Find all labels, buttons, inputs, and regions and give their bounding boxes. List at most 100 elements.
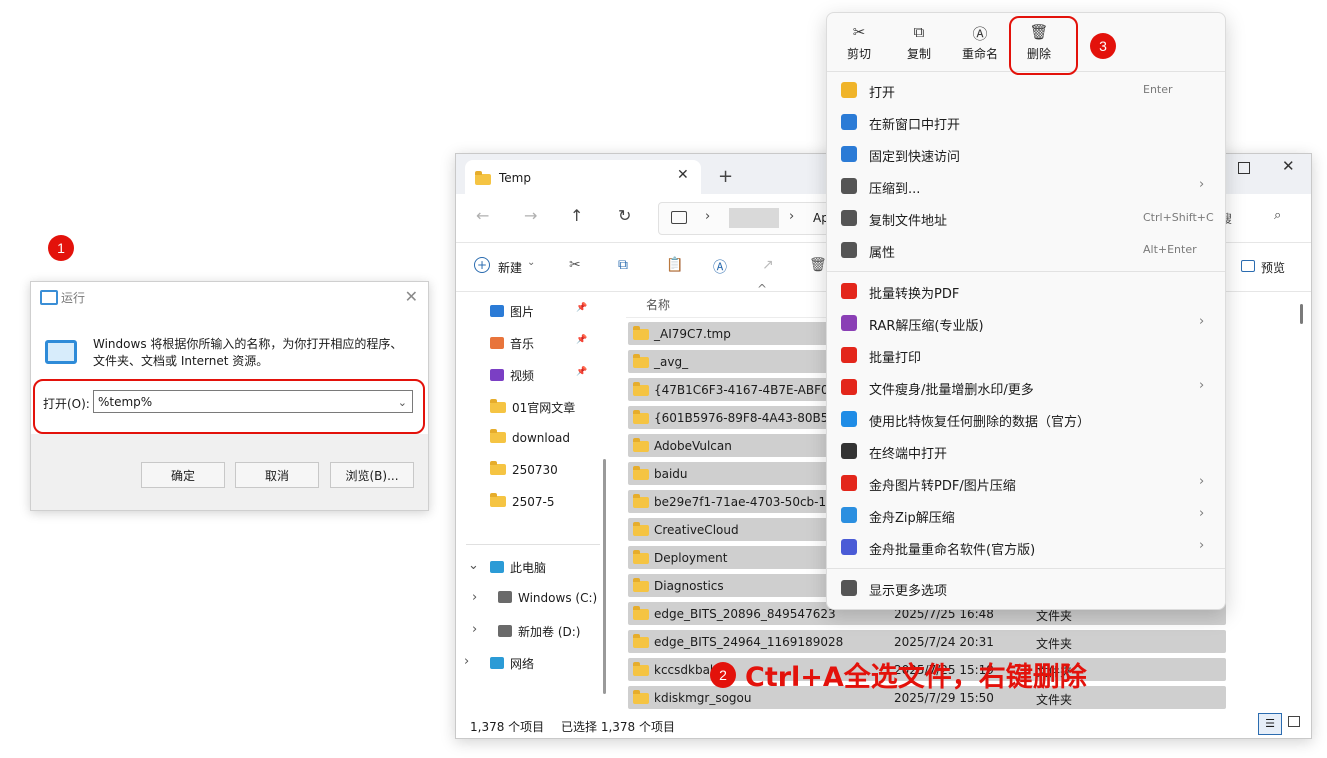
tiles-view-icon[interactable] — [1288, 716, 1300, 727]
copy-action-button[interactable]: ⧉ 复制 — [894, 23, 944, 62]
forward-icon[interactable]: → — [524, 206, 537, 225]
browse-button[interactable]: 浏览(B)... — [330, 462, 414, 488]
new-tab-icon[interactable]: + — [718, 166, 733, 187]
up-icon[interactable]: ↑ — [570, 206, 583, 225]
context-menu: ✂ 剪切 ⧉ 复制 Ⓐ 重命名 🗑 删除 打开 Enter 在新窗口中打开 固定到快速访问 压缩到..… — [826, 12, 1226, 610]
file-name: be29e7f1-71ae-4703-50cb-1d — [654, 495, 834, 509]
sidebar-item[interactable]: 2507-5 — [490, 493, 555, 509]
chevron-right-icon: › — [1199, 538, 1205, 553]
column-name-header[interactable]: 名称 — [646, 296, 670, 313]
context-menu-item[interactable]: 使用比特恢复任何删除的数据（官方） — [827, 404, 1225, 434]
paste-icon[interactable]: 📋 — [666, 257, 683, 273]
folder-icon — [633, 410, 649, 424]
context-menu-item[interactable]: 批量打印 — [827, 340, 1225, 370]
chevron-right-icon[interactable]: › — [472, 590, 477, 605]
close-icon[interactable]: ✕ — [405, 287, 418, 306]
plus-circle-icon: + — [474, 257, 490, 273]
copy-icon[interactable]: ⧉ — [618, 257, 628, 273]
sidebar-item[interactable]: 图片 📌 — [490, 303, 587, 320]
folder-icon — [490, 399, 506, 413]
back-icon[interactable]: ← — [476, 206, 489, 225]
run-titlebar: 运行 ✕ — [31, 282, 428, 312]
window-close-icon[interactable]: ✕ — [1282, 157, 1295, 175]
folder-icon — [633, 662, 649, 676]
sidebar-item-label: 新加卷 (D:) — [518, 625, 581, 639]
folder-icon — [633, 438, 649, 452]
pin-icon[interactable]: 📌 — [576, 303, 587, 313]
context-menu-item[interactable]: 金舟图片转PDF/图片压缩 › — [827, 468, 1225, 498]
sidebar-item[interactable]: 音乐 📌 — [490, 335, 587, 352]
sidebar-item[interactable]: 01官网文章 — [490, 399, 575, 416]
folder-icon — [633, 326, 649, 340]
sidebar-item[interactable]: download — [490, 429, 570, 445]
context-menu-item[interactable]: 金舟批量重命名软件(官方版) › — [827, 532, 1225, 562]
sidebar-item[interactable]: 网络 › — [464, 654, 535, 672]
context-menu-item[interactable]: 属性 Alt+Enter — [827, 235, 1225, 265]
sidebar-scrollbar[interactable] — [603, 459, 606, 694]
menu-item-shortcut: Alt+Enter — [1143, 243, 1197, 256]
context-menu-item[interactable]: 复制文件地址 Ctrl+Shift+C — [827, 203, 1225, 233]
menu-item-label: 金舟Zip解压缩 — [869, 511, 955, 526]
file-name: kccsdkbak — [654, 663, 717, 677]
pin-icon[interactable]: 📌 — [576, 335, 587, 345]
ok-button[interactable]: 确定 — [141, 462, 225, 488]
details-view-icon[interactable]: ☰ — [1258, 713, 1282, 735]
chevron-right-icon[interactable]: › — [464, 654, 469, 669]
sidebar-divider — [466, 544, 600, 545]
sidebar-item[interactable]: 新加卷 (D:) › — [472, 622, 581, 640]
sidebar-item[interactable]: 250730 — [490, 461, 558, 477]
menu-item-label: 批量转换为PDF — [869, 287, 960, 302]
zip-icon — [841, 178, 857, 194]
context-menu-item[interactable]: 在终端中打开 — [827, 436, 1225, 466]
preview-pane-icon — [1241, 260, 1255, 272]
cancel-button[interactable]: 取消 — [235, 462, 319, 488]
selected-count: 已选择 1,378 个项目 — [561, 720, 675, 734]
chevron-right-icon: › — [789, 209, 795, 224]
address-blurred — [729, 208, 779, 228]
context-menu-item[interactable]: 文件瘦身/批量增删水印/更多 › — [827, 372, 1225, 402]
sidebar-item[interactable]: 此电脑 ⌄ — [468, 558, 546, 576]
chevron-right-icon[interactable]: › — [472, 622, 477, 637]
search-icon[interactable]: ⌕ — [1274, 208, 1281, 223]
folder-icon — [633, 494, 649, 508]
tab-temp[interactable]: Temp ✕ — [465, 160, 701, 194]
refresh-icon[interactable]: ↻ — [618, 206, 631, 225]
context-menu-item[interactable]: 在新窗口中打开 — [827, 107, 1225, 137]
context-menu-item[interactable]: RAR解压缩(专业版) › — [827, 308, 1225, 338]
context-menu-item[interactable]: 批量转换为PDF — [827, 276, 1225, 306]
delete-icon[interactable]: 🗑 — [809, 257, 827, 273]
folder-icon — [633, 466, 649, 480]
context-menu-item[interactable]: 打开 Enter — [827, 75, 1225, 105]
sidebar-item-label: 01官网文章 — [512, 401, 576, 415]
address-bar[interactable]: › › Ap — [658, 202, 840, 235]
action-label: 重命名 — [961, 47, 998, 61]
close-tab-icon[interactable]: ✕ — [677, 167, 689, 183]
sidebar-item[interactable]: 视频 📌 — [490, 367, 587, 384]
network-icon — [490, 657, 504, 669]
scissors-action-button[interactable]: ✂ 剪切 — [834, 23, 884, 62]
new-button[interactable]: 新建 — [498, 259, 522, 276]
list-scrollbar[interactable] — [1300, 304, 1303, 324]
context-menu-item[interactable]: 压缩到... › — [827, 171, 1225, 201]
tab-title: Temp — [499, 171, 531, 185]
context-menu-item[interactable]: 金舟Zip解压缩 › — [827, 500, 1225, 530]
rename-action-button[interactable]: Ⓐ 重命名 — [955, 23, 1005, 62]
instruction-annotation: Ctrl+A全选文件，右键删除 — [745, 662, 1087, 693]
chevron-down-icon[interactable]: ⌄ — [468, 558, 479, 573]
maximize-icon[interactable] — [1238, 162, 1250, 174]
highlight-box-input — [33, 379, 425, 434]
rar-icon — [841, 315, 857, 331]
cut-icon[interactable]: ✂ — [569, 257, 581, 273]
sidebar-item[interactable]: Windows (C:) › — [472, 590, 597, 605]
rename-icon[interactable]: Ⓐ — [713, 257, 727, 277]
pin-icon — [841, 146, 857, 162]
table-row[interactable]: edge_BITS_24964_1169189028 2025/7/24 20:3… — [628, 630, 1226, 653]
context-menu-item[interactable]: 固定到快速访问 — [827, 139, 1225, 169]
pin-icon[interactable]: 📌 — [576, 367, 587, 377]
preview-button[interactable]: 预览 — [1261, 259, 1285, 276]
context-menu-item[interactable]: 显示更多选项 — [827, 573, 1225, 603]
share-icon[interactable]: ↗ — [762, 257, 774, 273]
sidebar-item-label: 网络 — [510, 657, 535, 671]
music-icon — [490, 337, 504, 349]
sidebar-item-label: 2507-5 — [512, 495, 555, 509]
